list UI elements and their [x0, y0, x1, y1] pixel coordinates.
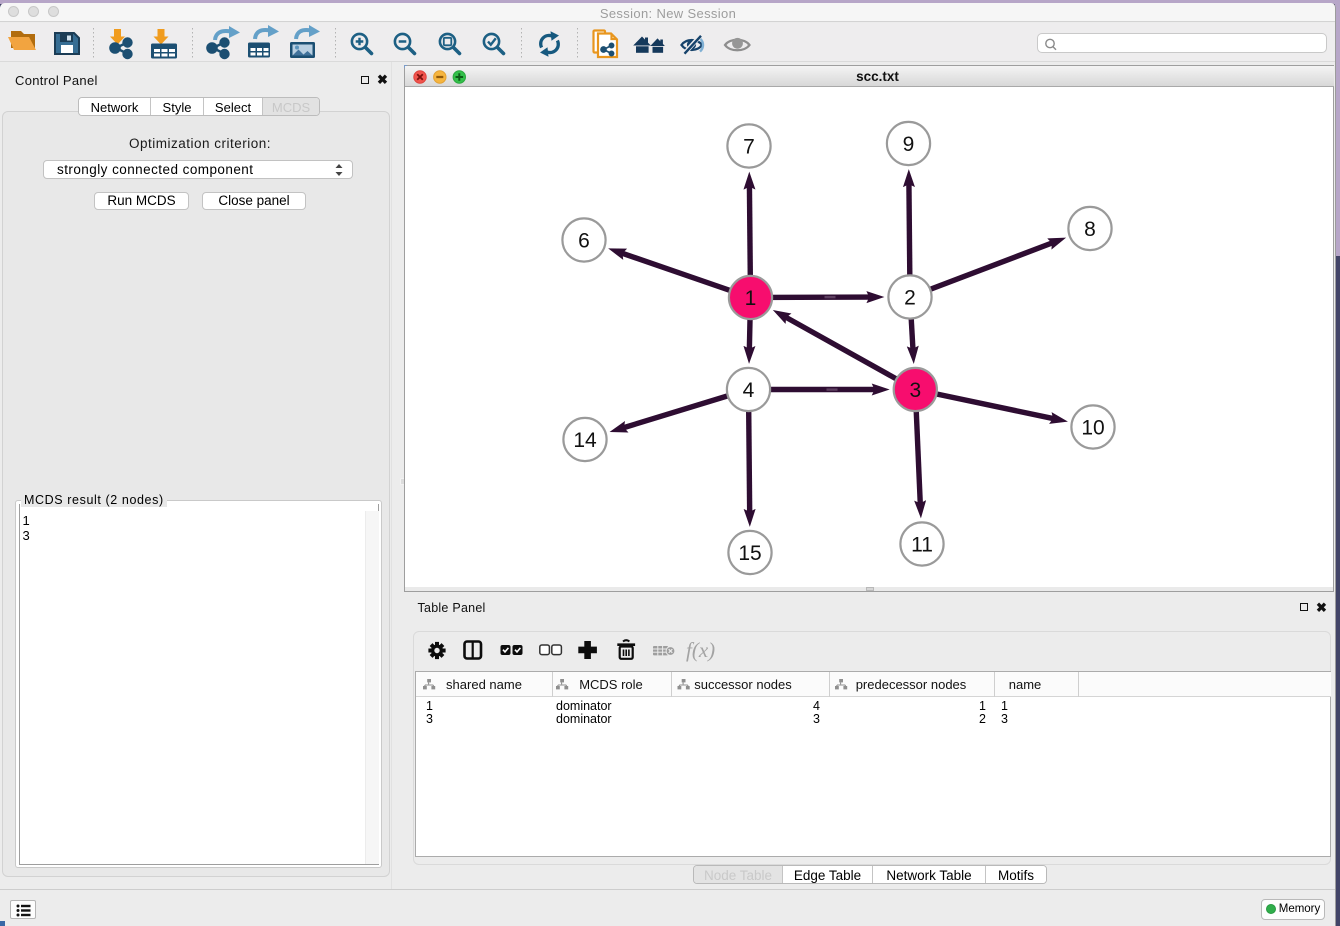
svg-text:6: 6: [578, 230, 590, 253]
svg-text:4: 4: [743, 379, 755, 402]
svg-text:2: 2: [904, 287, 916, 310]
svg-text:9: 9: [903, 133, 915, 156]
svg-text:1: 1: [745, 287, 757, 310]
svg-text:15: 15: [738, 542, 761, 565]
svg-text:7: 7: [743, 136, 755, 159]
svg-text:f(x): f(x): [686, 638, 715, 662]
svg-text:14: 14: [573, 429, 597, 452]
svg-text:3: 3: [909, 379, 921, 402]
svg-text:11: 11: [911, 534, 933, 557]
svg-text:8: 8: [1084, 218, 1096, 241]
svg-text:10: 10: [1081, 417, 1104, 440]
